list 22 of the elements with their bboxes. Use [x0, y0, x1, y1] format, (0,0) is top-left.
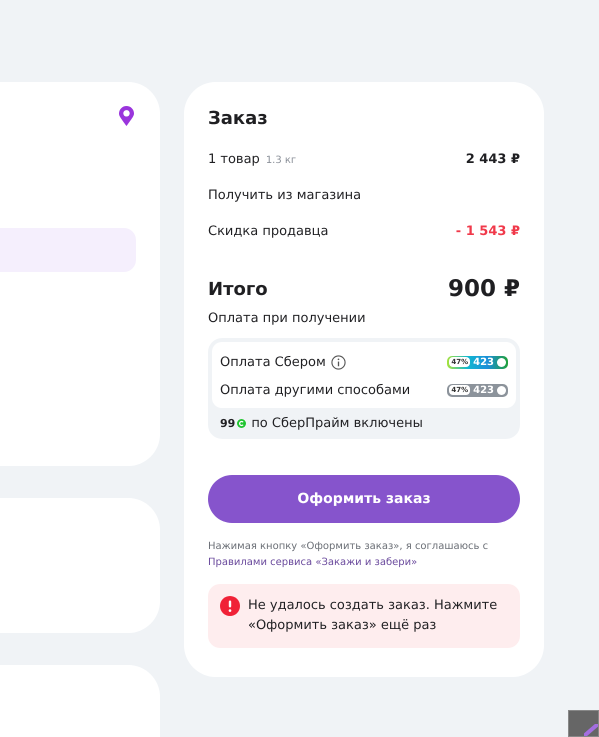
info-icon[interactable] [330, 354, 346, 370]
error-icon [220, 596, 240, 616]
stroke-icon [584, 724, 598, 736]
total-amount: 900 ₽ [448, 276, 520, 302]
legal-note: Нажимая кнопку «Оформить заказ», я соглашаюсь с Правилами сервиса «Закажи и забери» [208, 540, 490, 570]
discount-amount: - 1 543 ₽ [456, 224, 520, 238]
error-message: Не удалось создать заказ. Нажмите «Оформить заказ» ещё раз [248, 597, 498, 635]
price-amount: 2 443 ₽ [466, 152, 520, 166]
location-pin-icon [119, 106, 134, 126]
prime-bonus-amount: 99 [220, 417, 236, 430]
payment-label: Оплата при получении [208, 311, 367, 326]
service-rules-link[interactable]: Правилами сервиса «Закажи и забери» [208, 557, 418, 568]
weight-note: 1.3 кг [266, 154, 296, 166]
total-label: Итого [208, 278, 268, 300]
items-count-label: 1 товар [208, 152, 260, 166]
pickup-label: Получить из магазина [208, 188, 362, 202]
payment-option-label: Оплата другими способами [220, 382, 410, 398]
order-title: Заказ [208, 108, 269, 129]
payment-option-label: Оплата Сбером [220, 354, 326, 370]
place-order-button[interactable]: Оформить заказ [208, 475, 520, 523]
discount-label: Скидка продавца [208, 224, 328, 238]
prime-note: по СберПрайм включены [251, 416, 423, 431]
